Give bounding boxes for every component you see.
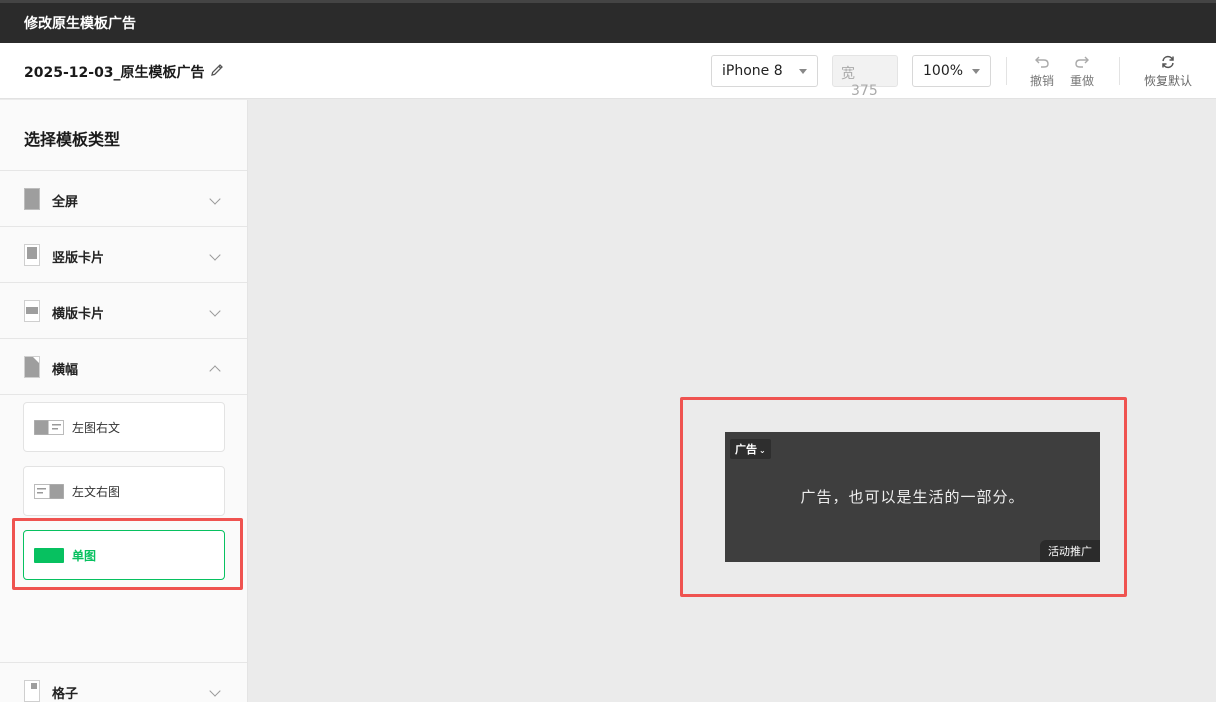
toolbar-divider xyxy=(1119,57,1120,85)
category-label: 横版卡片 xyxy=(52,307,105,322)
ad-tag[interactable]: 广告 ⌄ xyxy=(730,439,771,459)
redo-icon xyxy=(1075,56,1089,68)
window-title: 修改原生模板广告 xyxy=(24,16,136,32)
category-vertical-card[interactable]: 竖版卡片 xyxy=(0,227,247,283)
caret-down-icon xyxy=(799,69,807,74)
banner-option-left-text-right-image[interactable]: 左文右图 xyxy=(23,466,225,516)
preview-canvas xyxy=(249,100,1216,702)
device-select-value: iPhone 8 xyxy=(722,63,783,79)
banner-option-single-image[interactable]: 单图 xyxy=(23,530,225,580)
redo-button[interactable]: 重做 xyxy=(1069,55,1095,89)
caret-down-icon xyxy=(972,69,980,74)
category-label: 格子 xyxy=(52,687,79,702)
banner-option-left-image-right-text[interactable]: 左图右文 xyxy=(23,402,225,452)
category-horizontal-card[interactable]: 横版卡片 xyxy=(0,283,247,339)
vertical-card-template-icon xyxy=(24,244,40,266)
ad-slogan: 广告，也可以是生活的一部分。 xyxy=(800,488,1025,506)
redo-label: 重做 xyxy=(1069,74,1094,88)
ad-preview-card[interactable]: 广告 ⌄ 广告，也可以是生活的一部分。 活动推广 xyxy=(725,432,1100,562)
category-label: 全屏 xyxy=(52,195,79,210)
undo-label: 撤销 xyxy=(1029,74,1054,88)
fullscreen-template-icon xyxy=(24,188,40,210)
category-banner[interactable]: 横幅 xyxy=(0,339,247,395)
undo-button[interactable]: 撤销 xyxy=(1029,55,1055,89)
chevron-down-icon xyxy=(209,249,221,261)
chevron-down-icon xyxy=(209,685,221,697)
undo-icon xyxy=(1035,56,1049,68)
reset-default-label: 恢复默认 xyxy=(1143,74,1192,88)
sidebar-heading: 选择模板类型 xyxy=(0,100,247,171)
single-image-icon xyxy=(34,548,64,563)
width-label: 宽 xyxy=(841,66,855,82)
banner-options-group: 左图右文 左文右图 单图 xyxy=(0,395,247,663)
chevron-down-icon: ⌄ xyxy=(759,446,766,455)
category-grid[interactable]: 格子 xyxy=(0,663,247,702)
device-select[interactable]: iPhone 8 xyxy=(711,55,818,87)
chevron-down-icon xyxy=(209,305,221,317)
document-title: 2025-12-03_原生模板广告 xyxy=(24,65,205,81)
grid-template-icon xyxy=(24,680,40,702)
option-label: 左文右图 xyxy=(72,485,121,499)
left-text-right-image-icon xyxy=(34,484,64,499)
window-title-bar: 修改原生模板广告 xyxy=(0,0,1216,43)
ad-cta-button[interactable]: 活动推广 xyxy=(1040,540,1100,562)
option-label: 左图右文 xyxy=(72,421,121,435)
reset-default-button[interactable]: 恢复默认 xyxy=(1143,55,1193,89)
edit-pencil-icon[interactable] xyxy=(209,62,225,78)
category-label: 竖版卡片 xyxy=(52,251,105,266)
horizontal-card-template-icon xyxy=(24,300,40,322)
toolbar-divider xyxy=(1006,57,1007,85)
option-label: 单图 xyxy=(72,549,97,563)
zoom-select[interactable]: 100% xyxy=(912,55,991,87)
zoom-select-value: 100% xyxy=(923,63,964,79)
chevron-up-icon xyxy=(209,365,221,377)
width-value: 375 xyxy=(851,83,878,99)
ad-tag-label: 广告 xyxy=(735,443,757,456)
category-fullscreen[interactable]: 全屏 xyxy=(0,171,247,227)
banner-template-icon xyxy=(24,356,40,378)
editor-toolbar: 2025-12-03_原生模板广告 iPhone 8 宽375 100% 撤销 … xyxy=(0,43,1216,99)
chevron-down-icon xyxy=(209,193,221,205)
template-type-sidebar: 选择模板类型 全屏 竖版卡片 横版卡片 横幅 左图右文 左文右图 单图 格子 xyxy=(0,100,248,702)
category-label: 横幅 xyxy=(52,363,79,378)
refresh-icon xyxy=(1162,55,1174,69)
left-image-right-text-icon xyxy=(34,420,64,435)
width-input: 宽375 xyxy=(832,55,898,99)
